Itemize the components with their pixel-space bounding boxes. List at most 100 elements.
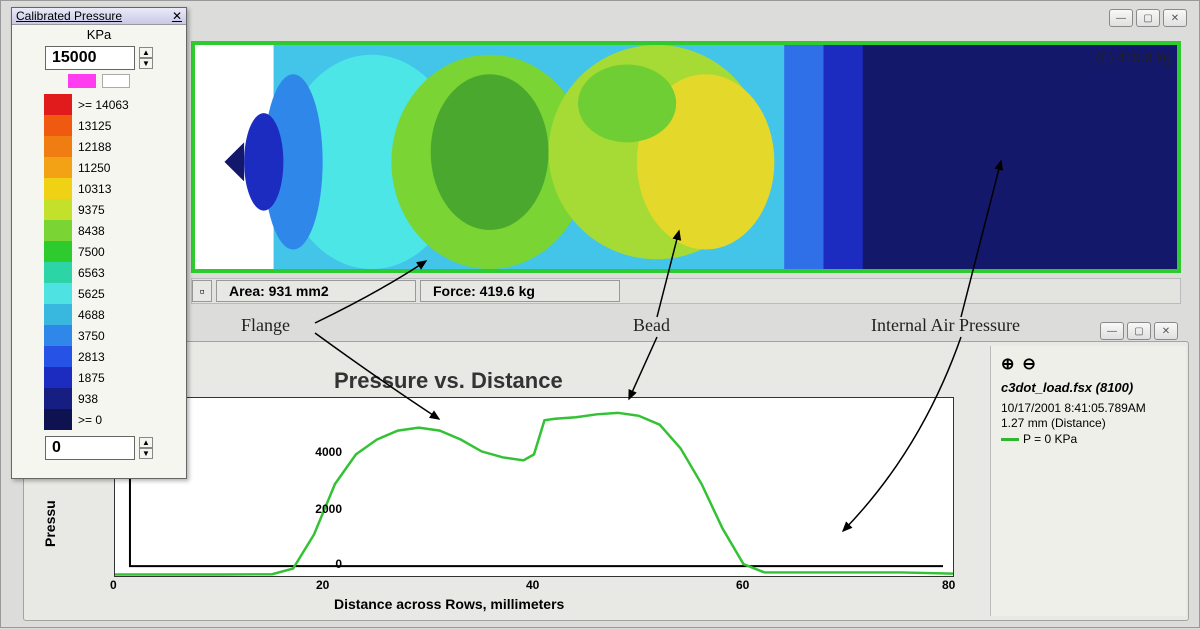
colorbar-label: 4688 <box>72 308 105 322</box>
colorbar-label: 11250 <box>72 161 110 175</box>
colorbar-row: 4688 <box>44 304 154 325</box>
file-name: c3dot_load.fsx (8100) <box>1001 380 1176 395</box>
colorbar-swatch <box>44 178 72 199</box>
area-readout: Area: 931 mm2 <box>216 280 416 302</box>
colorbar-row: 1875 <box>44 367 154 388</box>
colorbar-label: 8438 <box>72 224 105 238</box>
xtick-40: 40 <box>526 578 539 592</box>
colorbar-swatch <box>44 367 72 388</box>
colorbar-swatch <box>44 304 72 325</box>
colorbar-label: 938 <box>72 392 98 406</box>
series-legend-label: P = 0 KPa <box>1023 432 1077 446</box>
xtick-80: 80 <box>942 578 955 592</box>
ytick-4000: 4000 <box>315 445 342 459</box>
xtick-60: 60 <box>736 578 749 592</box>
colorbar-swatch <box>44 115 72 136</box>
legend-max-down[interactable]: ▼ <box>139 58 153 69</box>
colorbar-label: 13125 <box>72 119 111 133</box>
legend-blank-swatch <box>102 74 130 88</box>
colorbar-row: 10313 <box>44 178 154 199</box>
status-bar: ▫ Area: 931 mm2 Force: 419.6 kg <box>191 278 1181 304</box>
colorbar-label: 7500 <box>72 245 105 259</box>
ytick-2000: 2000 <box>315 502 342 516</box>
top-window-controls: — ▢ ✕ <box>1109 9 1187 27</box>
colorbar-row: 938 <box>44 388 154 409</box>
colorbar-row: >= 14063 <box>44 94 154 115</box>
colorbar-row: 3750 <box>44 325 154 346</box>
colorbar-swatch <box>44 136 72 157</box>
colorbar-row: 5625 <box>44 283 154 304</box>
minimize-button[interactable]: — <box>1109 9 1133 27</box>
annotation-flange: Flange <box>241 315 290 336</box>
colorbar-swatch <box>44 220 72 241</box>
colorbar-label: >= 14063 <box>72 98 129 112</box>
colorbar-swatch <box>44 94 72 115</box>
legend-max-spinner: ▲ ▼ <box>34 46 164 70</box>
colorbar-label: 5625 <box>72 287 105 301</box>
chart-maximize-button[interactable]: ▢ <box>1127 322 1151 340</box>
zoom-in-icon[interactable]: ⊕ <box>1001 354 1014 374</box>
chart-minimize-button[interactable]: — <box>1100 322 1124 340</box>
colorbar-label: 2813 <box>72 350 105 364</box>
maximize-button[interactable]: ▢ <box>1136 9 1160 27</box>
colorbar-label: 3750 <box>72 329 105 343</box>
legend-close-icon[interactable]: ✕ <box>172 9 182 23</box>
colorbar-swatch <box>44 283 72 304</box>
colorbar-label: 1875 <box>72 371 105 385</box>
chart-plot-area <box>114 397 954 577</box>
xtick-0: 0 <box>110 578 117 592</box>
legend-max-up[interactable]: ▲ <box>139 47 153 58</box>
legend-overmax-swatch <box>68 74 96 88</box>
timestamp: 10/17/2001 8:41:05.789AM <box>1001 401 1176 415</box>
colorbar-swatch <box>44 346 72 367</box>
colorbar-swatch <box>44 388 72 409</box>
legend-min-up[interactable]: ▲ <box>139 437 153 448</box>
colorbar-row: 6563 <box>44 262 154 283</box>
colorbar-swatch <box>44 262 72 283</box>
colorbar-label: 10313 <box>72 182 111 196</box>
legend-title-text: Calibrated Pressure <box>16 9 122 23</box>
force-badge: (F) 419.6 kg <box>1096 49 1171 65</box>
annotation-air: Internal Air Pressure <box>871 315 1020 336</box>
legend-panel[interactable]: Calibrated Pressure ✕ KPa ▲ ▼ >= 14063 13… <box>11 7 187 479</box>
colorbar-row: 8438 <box>44 220 154 241</box>
chart-close-button[interactable]: ✕ <box>1154 322 1178 340</box>
colorbar-label: 6563 <box>72 266 105 280</box>
colorbar-row: 2813 <box>44 346 154 367</box>
zoom-out-icon[interactable]: ⊖ <box>1022 354 1035 374</box>
ytick-0: 0 <box>335 557 342 571</box>
chart-title: Pressure vs. Distance <box>334 368 563 394</box>
colorbar-swatch <box>44 409 72 430</box>
legend-min-down[interactable]: ▼ <box>139 448 153 459</box>
colorbar-label: 12188 <box>72 140 111 154</box>
colorbar-row: 12188 <box>44 136 154 157</box>
distance-readout: 1.27 mm (Distance) <box>1001 416 1176 430</box>
colorbar-label: 9375 <box>72 203 105 217</box>
chart-window-controls: — ▢ ✕ <box>1100 322 1178 340</box>
colorbar-row: >= 0 <box>44 409 154 430</box>
legend-max-input[interactable] <box>45 46 135 70</box>
annotation-bead: Bead <box>633 315 670 336</box>
legend-min-input[interactable] <box>45 436 135 460</box>
status-toggle[interactable]: ▫ <box>192 280 212 302</box>
colorbar-swatch <box>44 199 72 220</box>
xtick-20: 20 <box>316 578 329 592</box>
chart-window: — ▢ ✕ Pressure vs. Distance Pressu Dista… <box>23 341 1189 621</box>
colorbar-swatch <box>44 157 72 178</box>
pressure-map: (F) 419.6 kg <box>191 41 1181 273</box>
colorbar-row: 9375 <box>44 199 154 220</box>
main-window: — ▢ ✕ (F) 419.6 kg ▫ Area: 931 mm2 Force… <box>0 0 1200 628</box>
chart-side-panel: ⊕ ⊖ c3dot_load.fsx (8100) 10/17/2001 8:4… <box>990 346 1186 616</box>
colorbar: >= 14063 13125 12188 11250 10313 9375 8438 7500… <box>44 94 154 430</box>
series-legend: P = 0 KPa <box>1001 432 1176 446</box>
legend-min-spinner: ▲ ▼ <box>34 436 164 460</box>
close-button[interactable]: ✕ <box>1163 9 1187 27</box>
legend-unit: KPa <box>12 25 186 44</box>
colorbar-swatch <box>44 325 72 346</box>
chart-ylabel: Pressu <box>42 500 58 547</box>
legend-titlebar[interactable]: Calibrated Pressure ✕ <box>12 8 186 25</box>
chart-xlabel: Distance across Rows, millimeters <box>334 596 564 612</box>
colorbar-label: >= 0 <box>72 413 102 427</box>
colorbar-row: 7500 <box>44 241 154 262</box>
colorbar-row: 11250 <box>44 157 154 178</box>
